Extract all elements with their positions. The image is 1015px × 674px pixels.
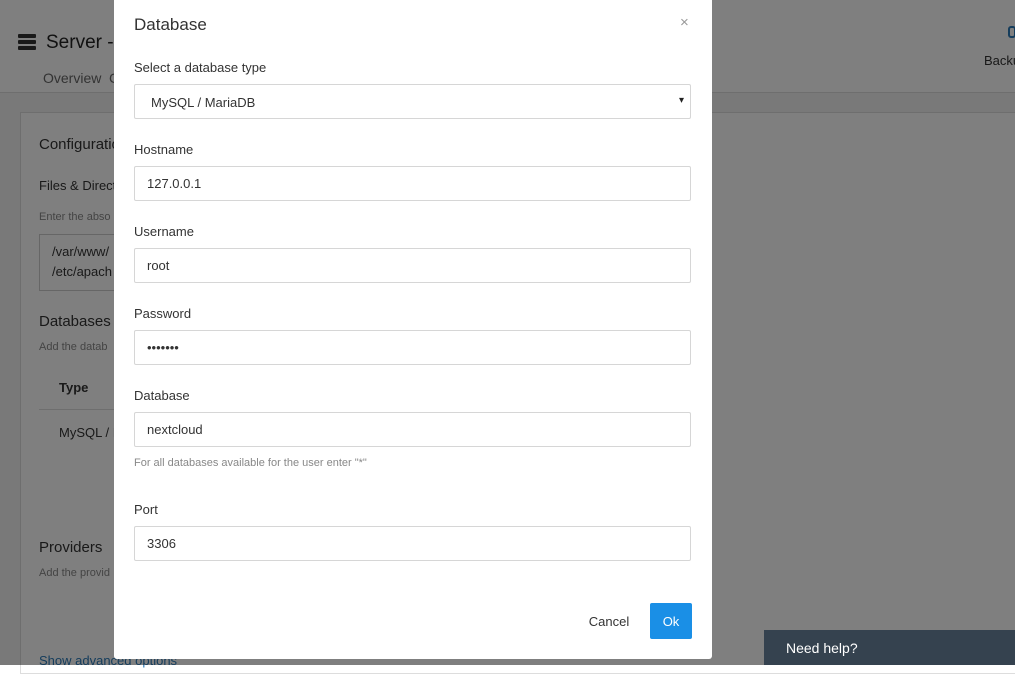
cancel-button[interactable]: Cancel — [577, 604, 641, 638]
need-help-widget[interactable]: Need help? — [764, 630, 1015, 665]
hostname-input[interactable] — [134, 166, 691, 201]
hostname-label: Hostname — [134, 142, 194, 157]
db-type-label: Select a database type — [134, 60, 267, 75]
database-help-text: For all databases available for the user… — [134, 457, 367, 469]
close-icon[interactable]: × — [680, 14, 689, 31]
need-help-label: Need help? — [786, 640, 858, 656]
port-label: Port — [134, 502, 158, 517]
ok-button[interactable]: Ok — [650, 603, 692, 639]
database-input[interactable] — [134, 412, 691, 447]
password-input[interactable] — [134, 330, 691, 365]
db-type-select[interactable]: MySQL / MariaDB ▾ — [134, 84, 691, 119]
db-type-value: MySQL / MariaDB — [151, 95, 256, 110]
database-label: Database — [134, 388, 190, 403]
caret-down-icon: ▾ — [678, 95, 684, 106]
username-label: Username — [134, 224, 194, 239]
modal-title: Database — [134, 15, 207, 34]
database-modal: Database × Select a database type MySQL … — [114, 0, 712, 659]
username-input[interactable] — [134, 248, 691, 283]
port-input[interactable] — [134, 526, 691, 561]
password-label: Password — [134, 306, 192, 321]
